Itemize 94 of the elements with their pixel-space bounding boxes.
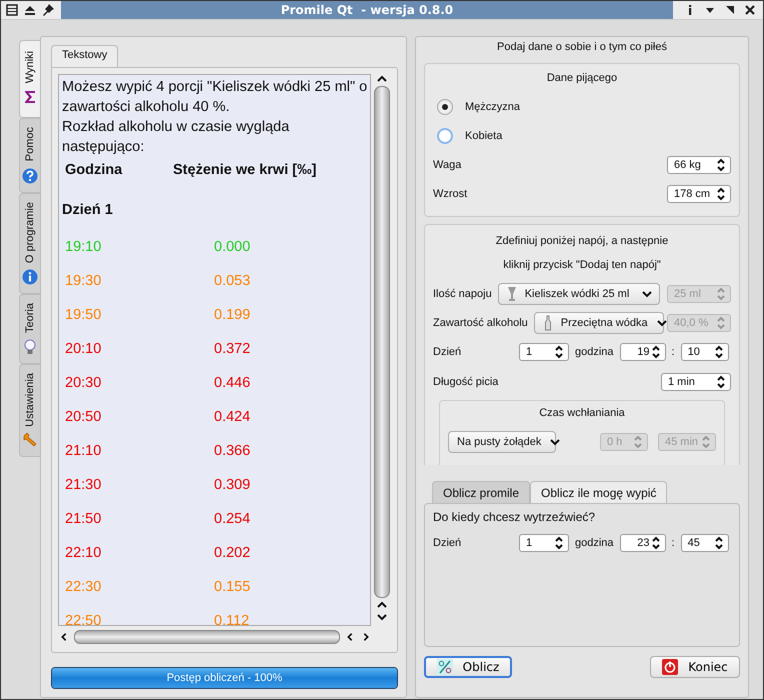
spin-box[interactable]: 19 [620,343,666,361]
chevron-icon [656,318,668,328]
radio-label: Mężczyzna [465,100,520,112]
calculate-button[interactable]: Oblicz [424,656,512,678]
group-title: Zdefiniuj poniżej napój, a następnie [494,234,670,249]
spin-box[interactable]: 1 min [661,372,731,390]
value-cell-text: 0.446 [214,374,250,393]
lightbulb-icon [22,338,38,355]
spin-box[interactable]: 45 [680,534,729,552]
side-tab[interactable]: Pomoc [19,118,40,193]
field-label: Dzień [433,346,462,358]
scroll-up-icon[interactable] [376,74,388,84]
time-cell-text: 21:30 [65,476,102,495]
day-label: Dzień 1 [62,201,114,220]
scroll-up-icon[interactable] [376,600,388,610]
time-cell-text: 22:10 [65,544,102,563]
side-tab[interactable]: O programie [19,192,40,294]
value-cell-text: 0.309 [214,476,250,495]
spin-box[interactable]: 178 cm [667,184,731,202]
radio-button[interactable] [437,128,453,144]
bottle-icon [542,314,553,330]
scroll-down-icon[interactable] [376,612,388,622]
spin-box[interactable]: 1 [519,534,569,552]
sigma-icon [22,89,38,106]
drink-dropdown[interactable]: Kieliszek wódki 25 ml [498,282,660,304]
time-cell-text: 22:30 [65,578,102,597]
value-cell-text: 0.199 [214,306,250,325]
chevron-icon [549,436,562,446]
chevron-icon [640,288,653,298]
time-cell-text: 22:50 [65,612,102,625]
paragraph: Rozkład alkoholu w czasie wygląda następująco: [62,118,290,157]
column-header: Godzina [65,161,124,180]
form-heading: Podaj dane o sobie i o tym co piłeś [496,41,668,55]
time-cell-text: 21:10 [65,442,102,461]
tab[interactable]: Tekstowy [51,45,118,67]
close-icon[interactable] [743,3,757,17]
power-icon [662,659,678,675]
question-label: Do kiedy chcesz wytrzeźwieć? [433,510,596,524]
group-title: kliknij przycisk "Dodaj ten napój" [502,258,662,273]
field-label: Zawartość alkoholu [433,316,528,328]
alcohol-dropdown[interactable]: Przeciętna wódka [534,312,664,334]
progress-label: Postęp obliczeń - 100% [166,672,282,684]
value-cell-text: 0.112 [214,612,250,625]
pin-icon[interactable] [41,3,55,17]
field-label: Ilość napoju [433,288,492,300]
time-cell-text: 20:10 [65,340,102,359]
group-title: Dane pijącego [546,71,618,86]
time-cell-text: 20:30 [65,374,102,393]
eject-icon[interactable] [23,3,37,17]
value-cell-text: 0.202 [214,544,250,563]
field-label: Długość picia [433,376,498,388]
value-cell-text: 0.254 [214,510,250,529]
field-label: Wzrost [433,188,468,200]
value-cell-text: 0.053 [214,272,250,291]
column-header: Stężenie we krwi [‰] [173,161,316,180]
field-label: godzina [575,537,614,549]
percent-icon [436,659,453,675]
field-label: Dzień [433,537,462,549]
radio-label: Kobieta [465,130,502,142]
time-cell-text: 20:50 [65,408,102,427]
field-label: Waga [433,158,462,170]
wine-glass-icon [506,286,517,302]
value-cell-text: 0.000 [214,238,250,257]
spin-box[interactable]: 66 kg [667,156,731,174]
value-cell-text: 0.155 [214,578,250,597]
time-cell-text: 21:50 [65,510,102,529]
value-cell-text: 0.372 [214,340,250,359]
side-tab[interactable]: Wyniki [19,40,40,118]
value-cell-text: 0.424 [214,408,250,427]
side-tab[interactable]: Ustawienia [19,364,40,458]
time-cell-text: 19:30 [65,272,102,291]
info-icon [22,268,38,285]
scrollbar-thumb[interactable] [374,86,390,598]
help-icon [22,168,38,184]
separator: : [672,346,675,358]
time-cell-text: 19:10 [65,238,102,257]
group-title: Czas wchłaniania [538,406,626,421]
time-cell-text: 19:50 [65,306,102,325]
tab[interactable]: Oblicz ile mogę wypić [530,481,668,503]
tab[interactable]: Oblicz promile [432,481,530,503]
radio-button[interactable] [437,98,453,114]
side-tab[interactable]: Teoria [19,294,40,364]
value-cell-text: 0.366 [214,442,250,461]
separator: : [672,537,675,549]
paragraph: Możesz wypić 4 porcji "Kieliszek wódki 25 ml" o zawartości alkoholu 40 %. [62,78,368,117]
wrench-icon [22,432,38,448]
quit-button[interactable]: Koniec [650,656,740,678]
window-title: Promile Qt - wersja 0.8.0 [280,3,454,17]
spin-box[interactable]: 10 [680,343,729,361]
spin-box[interactable]: 23 [620,534,666,552]
field-label: godzina [575,346,614,358]
scrollbar-thumb[interactable] [74,630,340,644]
spin-box[interactable]: 1 [519,343,569,361]
menu-icon[interactable] [5,3,19,17]
